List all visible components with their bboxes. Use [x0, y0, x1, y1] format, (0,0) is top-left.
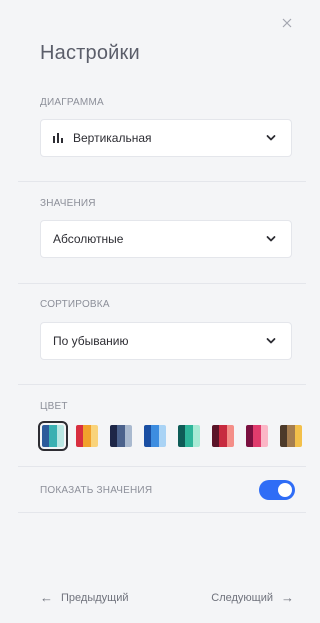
show-values-toggle[interactable]: [259, 480, 295, 500]
divider: [18, 384, 306, 385]
palette-color: [110, 425, 118, 447]
palette-color: [219, 425, 227, 447]
color-palette-swatch[interactable]: [212, 425, 234, 447]
next-label: Следующий: [211, 591, 273, 604]
arrow-left-icon: ←: [40, 590, 53, 605]
divider: [18, 466, 306, 467]
palette-color: [260, 425, 268, 447]
palette-color: [144, 425, 152, 447]
palette-color: [151, 425, 159, 447]
page-title: Настройки: [40, 42, 140, 64]
sorting-label: СОРТИРОВКА: [40, 299, 110, 310]
arrow-right-icon: →: [281, 590, 294, 605]
sorting-select[interactable]: По убыванию: [40, 322, 292, 360]
show-values-label: ПОКАЗАТЬ ЗНАЧЕНИЯ: [40, 485, 153, 496]
sorting-value: По убыванию: [53, 334, 129, 348]
palette-color: [246, 425, 254, 447]
divider: [18, 181, 306, 182]
palette-color: [287, 425, 295, 447]
palette-color: [117, 425, 125, 447]
values-value: Абсолютные: [53, 232, 124, 246]
next-button[interactable]: Следующий →: [211, 590, 294, 605]
settings-panel: Настройки ДИАГРАММА Вертикальная ЗНАЧЕНИ…: [18, 0, 306, 623]
close-icon: [282, 18, 292, 28]
color-palette-swatch[interactable]: [76, 425, 98, 447]
palette-color: [83, 425, 91, 447]
palette-color: [42, 425, 50, 447]
toggle-knob: [278, 483, 292, 497]
color-palette-list: [38, 421, 302, 451]
color-label: ЦВЕТ: [40, 401, 68, 412]
palette-color: [49, 425, 57, 447]
color-palette-swatch[interactable]: [110, 425, 132, 447]
values-label: ЗНАЧЕНИЯ: [40, 198, 96, 209]
palette-color: [294, 425, 302, 447]
values-select[interactable]: Абсолютные: [40, 220, 292, 258]
palette-color: [76, 425, 84, 447]
palette-color: [124, 425, 132, 447]
color-palette-swatch[interactable]: [38, 421, 68, 451]
previous-button[interactable]: ← Предыдущий: [40, 590, 128, 605]
palette-color: [212, 425, 220, 447]
color-palette-swatch[interactable]: [144, 425, 166, 447]
previous-label: Предыдущий: [61, 591, 129, 604]
divider: [18, 512, 306, 513]
color-palette-swatch[interactable]: [178, 425, 200, 447]
palette-color: [280, 425, 288, 447]
chart-type-label: ДИАГРАММА: [40, 97, 104, 108]
palette-color: [253, 425, 261, 447]
palette-color: [56, 425, 64, 447]
chevron-down-icon: [266, 338, 276, 344]
divider: [18, 283, 306, 284]
palette-color: [90, 425, 98, 447]
close-button[interactable]: [278, 14, 296, 32]
chevron-down-icon: [266, 135, 276, 141]
color-palette-swatch[interactable]: [280, 425, 302, 447]
chart-type-select[interactable]: Вертикальная: [40, 119, 292, 157]
palette-color: [158, 425, 166, 447]
palette-color: [185, 425, 193, 447]
chevron-down-icon: [266, 236, 276, 242]
palette-color: [226, 425, 234, 447]
bar-chart-icon: [53, 133, 63, 143]
chart-type-value: Вертикальная: [73, 131, 152, 145]
palette-color: [192, 425, 200, 447]
color-palette-swatch[interactable]: [246, 425, 268, 447]
palette-color: [178, 425, 186, 447]
